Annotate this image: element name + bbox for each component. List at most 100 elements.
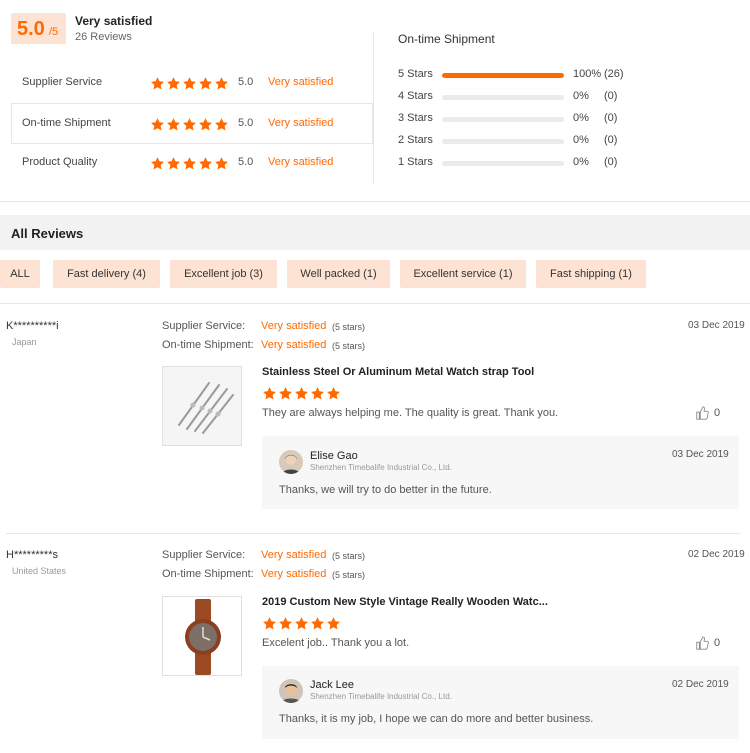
avatar-image (279, 679, 303, 703)
breakdown-label: 3 Stars (398, 112, 433, 124)
star-icon (182, 76, 197, 91)
filter-chip-excellent-service[interactable]: Excellent service (1) (400, 260, 526, 288)
reply-text: Thanks, it is my job, I hope we can do m… (279, 713, 594, 725)
star-icon (310, 386, 325, 401)
shipment-value: Very satisfied (261, 568, 327, 580)
category-label: Product Quality (22, 156, 98, 168)
star-icon (182, 156, 197, 171)
breakdown-bar (442, 139, 564, 144)
breakdown-label: 1 Stars (398, 156, 433, 168)
supplier-reply (262, 666, 739, 739)
breakdown-label: 4 Stars (398, 90, 433, 102)
thumbs-up-icon (696, 636, 709, 650)
star-icon (262, 386, 277, 401)
all-reviews-title: All Reviews (11, 226, 84, 241)
product-title[interactable]: Stainless Steel Or Aluminum Metal Watch … (262, 366, 534, 378)
star-icon (310, 616, 325, 631)
star-icon (166, 76, 181, 91)
category-stars (150, 76, 230, 91)
review-rating-stars (262, 616, 342, 631)
star-icon (214, 117, 229, 132)
breakdown-row-1[interactable]: 1 Stars 0% (0) (398, 156, 738, 170)
star-icon (326, 616, 341, 631)
category-value: 5.0 (238, 76, 254, 88)
breakdown-row-4[interactable]: 4 Stars 0% (0) (398, 90, 738, 104)
supplier-service-stars: (5 stars) (332, 322, 366, 332)
filter-chip-excellent-job[interactable]: Excellent job (3) (170, 260, 277, 288)
reply-name: Elise Gao (310, 450, 358, 462)
breakdown-count: (0) (604, 156, 618, 168)
breakdown-percent: 0% (573, 134, 589, 146)
breakdown-row-3[interactable]: 3 Stars 0% (0) (398, 112, 738, 126)
wooden-watch-image (163, 597, 241, 675)
breakdown-percent: 0% (573, 156, 589, 168)
reviews-count: 26 Reviews (75, 31, 132, 43)
breakdown-bar-fill (442, 73, 564, 78)
supplier-service-value: Very satisfied (261, 549, 327, 561)
breakdown-count: (0) (604, 90, 618, 102)
star-icon (198, 117, 213, 132)
shipment-stars: (5 stars) (332, 341, 366, 351)
filter-chip-fast-shipping[interactable]: Fast shipping (1) (536, 260, 646, 288)
star-icon (150, 76, 165, 91)
review-rating-stars (262, 386, 342, 401)
star-icon (198, 76, 213, 91)
category-row-product-quality[interactable]: Product Quality 5.0 Very satisfied (11, 143, 373, 184)
breakdown-row-5[interactable]: 5 Stars 100% (26) (398, 68, 738, 82)
supplier-service-stars: (5 stars) (332, 551, 366, 561)
shipment-stars: (5 stars) (332, 570, 366, 580)
star-icon (150, 156, 165, 171)
breakdown-row-2[interactable]: 2 Stars 0% (0) (398, 134, 738, 148)
supplier-service-value: Very satisfied (261, 320, 327, 332)
star-icon (294, 386, 309, 401)
like-button[interactable]: 0 (695, 636, 720, 650)
like-count: 0 (714, 637, 721, 649)
avatar (279, 679, 303, 703)
reply-date: 03 Dec 2019 (672, 449, 729, 460)
review-text: They are always helping me. The quality … (262, 407, 559, 419)
filter-chip-well-packed[interactable]: Well packed (1) (287, 260, 390, 288)
star-icon (326, 386, 341, 401)
summary-divider (373, 32, 374, 184)
breakdown-bar (442, 95, 564, 100)
breakdown-bar (442, 73, 564, 78)
product-image[interactable] (162, 366, 242, 446)
supplier-service-label: Supplier Service: (162, 320, 246, 332)
breakdown-count: (0) (604, 134, 618, 146)
product-image[interactable] (162, 596, 242, 676)
reviewer-country: Japan (12, 337, 37, 347)
star-icon (214, 156, 229, 171)
reply-company: Shenzhen Timebalife Industrial Co., Ltd. (310, 463, 452, 472)
watch-tool-image (163, 367, 241, 445)
star-icon (294, 616, 309, 631)
product-title[interactable]: 2019 Custom New Style Vintage Really Woo… (262, 596, 548, 608)
category-row-supplier-service[interactable]: Supplier Service 5.0 Very satisfied (11, 63, 373, 104)
review-text: Excelent job.. Thank you a lot. (262, 637, 410, 649)
shipment-value: Very satisfied (261, 339, 327, 351)
category-text: Very satisfied (268, 156, 334, 168)
divider (0, 303, 750, 304)
category-value: 5.0 (238, 156, 254, 168)
category-label: Supplier Service (22, 76, 103, 88)
filter-chip-all[interactable]: ALL (0, 260, 40, 288)
reply-text: Thanks, we will try to do better in the … (279, 484, 492, 496)
like-button[interactable]: 0 (695, 406, 720, 420)
breakdown-label: 5 Stars (398, 68, 433, 80)
overall-score-max: /5 (49, 26, 59, 38)
star-icon (198, 156, 213, 171)
breakdown-label: 2 Stars (398, 134, 433, 146)
star-icon (150, 117, 165, 132)
breakdown-count: (26) (604, 68, 624, 80)
category-row-on-time-shipment[interactable]: On-time Shipment 5.0 Very satisfied (11, 103, 373, 144)
reviewer-name: H*********s (6, 549, 58, 561)
review-date: 02 Dec 2019 (688, 549, 745, 560)
filter-chip-fast-delivery[interactable]: Fast delivery (4) (53, 260, 160, 288)
star-icon (214, 76, 229, 91)
like-count: 0 (714, 407, 721, 419)
breakdown-title: On-time Shipment (398, 32, 495, 46)
reply-name: Jack Lee (310, 679, 355, 691)
star-icon (166, 117, 181, 132)
shipment-label: On-time Shipment: (162, 568, 254, 580)
reply-company: Shenzhen Timebalife Industrial Co., Ltd. (310, 692, 452, 701)
overall-score: 5.0 (17, 18, 45, 40)
